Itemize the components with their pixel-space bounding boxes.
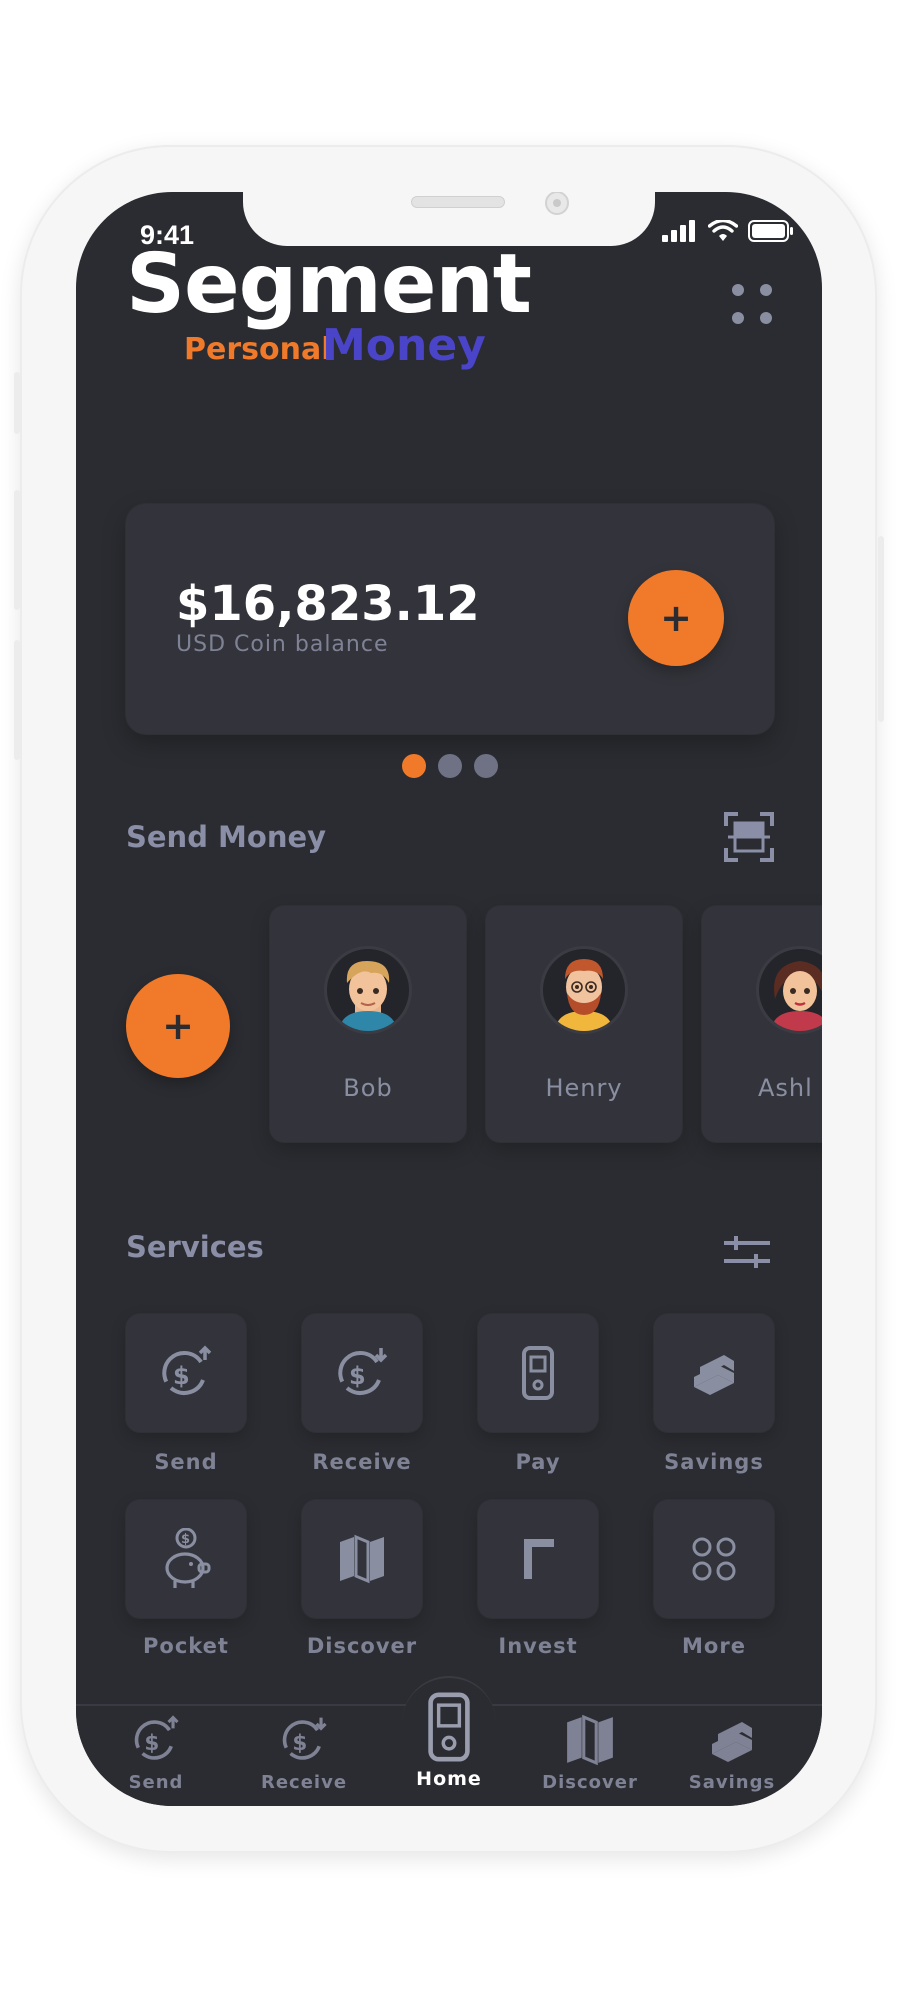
brand-subtitle-personal: Personal <box>184 332 332 367</box>
status-icons <box>662 220 794 242</box>
battery-icon <box>748 220 793 242</box>
brand-title: Segment <box>126 237 532 332</box>
contact-card-ashley[interactable]: Ashl <box>702 906 822 1142</box>
savings-stack-icon <box>712 1722 752 1762</box>
service-send-button[interactable]: $ <box>126 1314 246 1432</box>
receive-money-icon: $ <box>338 1348 388 1395</box>
plus-icon: + <box>162 1004 194 1048</box>
contact-name: Henry <box>545 1074 623 1102</box>
cellular-signal-icon <box>662 220 695 242</box>
svg-text:$: $ <box>349 1362 366 1390</box>
contact-card-henry[interactable]: Henry <box>486 906 682 1142</box>
nav-receive[interactable]: $ Receive <box>244 1714 364 1793</box>
service-label: Invest <box>498 1634 578 1658</box>
svg-text:$: $ <box>181 1532 190 1547</box>
service-invest-button[interactable] <box>478 1500 598 1618</box>
menu-grid-icon[interactable] <box>730 282 776 328</box>
nav-savings[interactable]: Savings <box>672 1714 792 1793</box>
service-label: Receive <box>312 1450 412 1474</box>
contact-name: Ashl <box>758 1074 813 1102</box>
volume-down-button <box>14 640 20 760</box>
svg-text:$: $ <box>292 1731 307 1756</box>
nav-label: Savings <box>688 1772 776 1793</box>
services-title: Services <box>126 1230 264 1264</box>
avatar-bob <box>324 946 412 1034</box>
balance-label: USD Coin balance <box>176 632 389 657</box>
nav-home[interactable]: Home <box>389 1692 509 1790</box>
volume-up-button <box>14 490 20 610</box>
send-money-icon: $ <box>162 1345 212 1395</box>
power-button <box>878 536 884 722</box>
pager-dot[interactable] <box>438 754 462 778</box>
add-funds-button[interactable]: + <box>628 570 724 666</box>
avatar-henry <box>540 946 628 1034</box>
balance-card[interactable]: $16,823.12 USD Coin balance + <box>126 504 774 734</box>
card-pager[interactable] <box>402 754 498 778</box>
nav-label: Send <box>128 1772 184 1793</box>
flag-icon <box>524 1539 554 1579</box>
nav-label: Receive <box>260 1772 348 1793</box>
svg-text:$: $ <box>144 1731 159 1756</box>
balance-amount: $16,823.12 <box>176 576 480 632</box>
service-label: Discover <box>306 1634 418 1658</box>
map-icon <box>567 1714 613 1766</box>
scan-qr-icon[interactable] <box>724 812 774 862</box>
receive-money-icon: $ <box>282 1717 327 1760</box>
svg-text:$: $ <box>173 1362 190 1390</box>
filter-sliders-icon[interactable] <box>722 1234 772 1270</box>
service-pay-button[interactable] <box>478 1314 598 1432</box>
piggy-bank-icon: $ <box>165 1528 211 1588</box>
plus-icon: + <box>660 596 692 640</box>
service-label: Pocket <box>143 1634 229 1658</box>
speaker <box>411 196 505 208</box>
pay-phone-icon <box>522 1346 554 1400</box>
service-pocket-button[interactable]: $ <box>126 1500 246 1618</box>
service-label: More <box>682 1634 746 1658</box>
add-contact-button[interactable]: + <box>126 974 230 1078</box>
savings-stack-icon <box>694 1355 734 1395</box>
send-money-icon: $ <box>134 1715 179 1760</box>
wifi-icon <box>708 220 738 241</box>
service-savings-button[interactable] <box>654 1314 774 1432</box>
contact-card-bob[interactable]: Bob <box>270 906 466 1142</box>
service-label: Savings <box>664 1450 764 1474</box>
service-discover-button[interactable] <box>302 1500 422 1618</box>
send-money-title: Send Money <box>126 820 327 854</box>
service-more-button[interactable] <box>654 1500 774 1618</box>
home-phone-icon <box>428 1692 470 1762</box>
app-screen: 9:41 Segment Personal Money $16,823.12 U… <box>76 192 822 1806</box>
nav-label: Discover <box>542 1772 638 1793</box>
service-label: Send <box>154 1450 218 1474</box>
map-icon <box>340 1534 384 1584</box>
nav-label: Home <box>416 1768 482 1790</box>
avatar-ashley <box>756 946 822 1034</box>
grid-circles-icon <box>692 1537 736 1581</box>
nav-send[interactable]: $ Send <box>96 1714 216 1793</box>
nav-discover[interactable]: Discover <box>530 1714 650 1793</box>
contact-name: Bob <box>343 1074 393 1102</box>
service-label: Pay <box>515 1450 561 1474</box>
service-receive-button[interactable]: $ <box>302 1314 422 1432</box>
brand-subtitle-money: Money <box>322 320 486 371</box>
front-camera <box>545 192 569 215</box>
pager-dot-active[interactable] <box>402 754 426 778</box>
pager-dot[interactable] <box>474 754 498 778</box>
mute-switch <box>14 372 20 434</box>
